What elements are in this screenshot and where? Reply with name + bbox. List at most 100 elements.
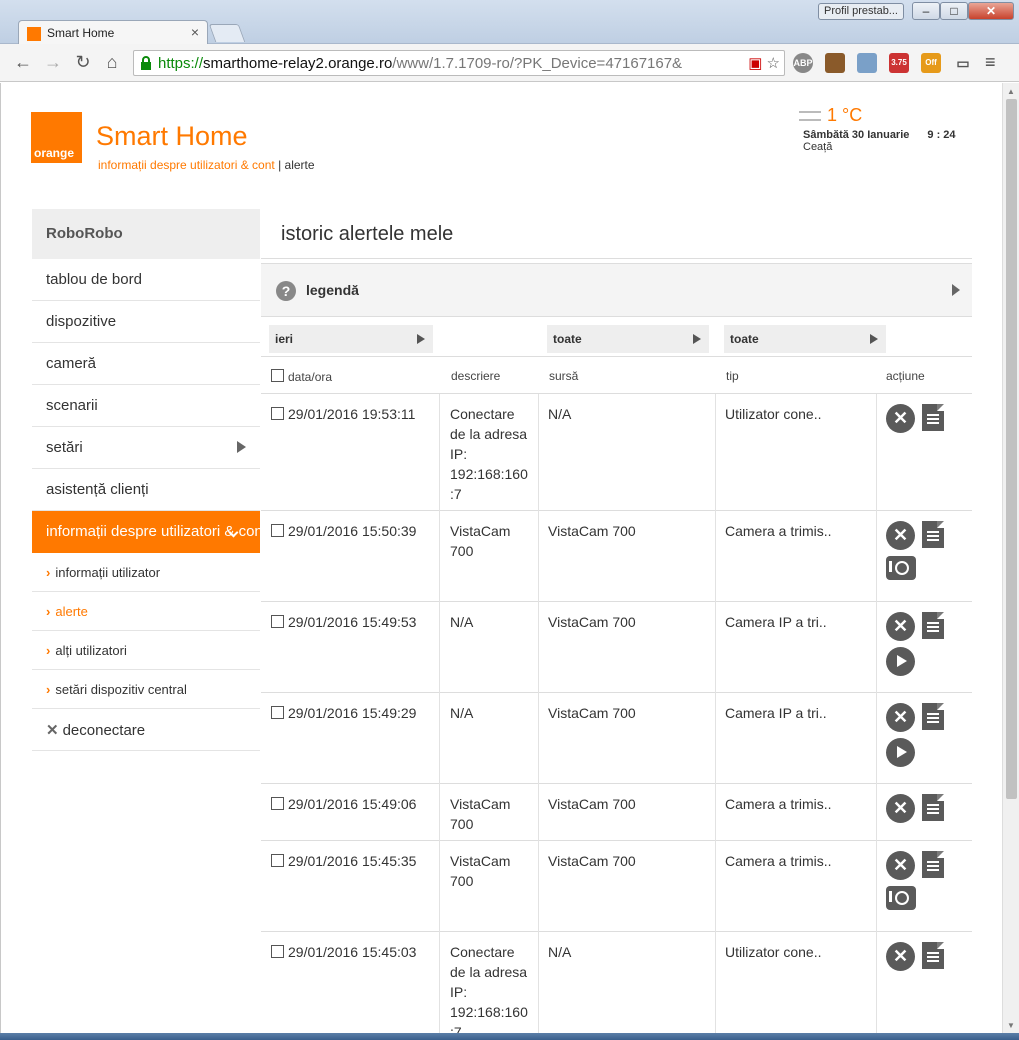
details-document-icon[interactable]	[922, 703, 944, 730]
column-divider	[876, 511, 877, 602]
url-text: https://smarthome-relay2.orange.ro/www/1…	[158, 55, 683, 72]
delete-alert-icon[interactable]: ✕	[886, 851, 915, 880]
row-checkbox[interactable]	[271, 706, 284, 719]
breadcrumb-link[interactable]: informații despre utilizatori & cont	[98, 158, 275, 172]
sidebar-item-devices[interactable]: dispozitive	[32, 301, 260, 343]
row-checkbox[interactable]	[271, 615, 284, 628]
table-row[interactable]: 29/01/2016 15:50:39 VistaCam 700 VistaCam 7…	[261, 511, 972, 602]
browser-menu-icon[interactable]: ≡	[985, 53, 1003, 71]
address-bar[interactable]: https://smarthome-relay2.orange.ro/www/1…	[133, 50, 785, 76]
window-close-button[interactable]: ✕	[968, 2, 1014, 20]
select-all-checkbox[interactable]	[271, 369, 284, 382]
row-source: N/A	[548, 406, 572, 422]
chevron-right-icon: ›	[46, 565, 51, 580]
sidebar: RoboRobo tablou de bord dispozitive came…	[32, 209, 260, 751]
delete-alert-icon[interactable]: ✕	[886, 521, 915, 550]
table-row[interactable]: 29/01/2016 15:49:53 N/A VistaCam 700 Camera…	[261, 602, 972, 693]
table-row[interactable]: 29/01/2016 15:45:03 Conectare de la adresa…	[261, 932, 972, 1033]
details-document-icon[interactable]	[922, 404, 944, 431]
column-divider	[715, 932, 716, 1033]
new-tab-button[interactable]	[208, 24, 246, 42]
bookmark-star-icon[interactable]: ☆	[767, 55, 780, 72]
delete-alert-icon[interactable]: ✕	[886, 404, 915, 433]
delete-alert-icon[interactable]: ✕	[886, 794, 915, 823]
column-divider	[439, 841, 440, 932]
row-checkbox[interactable]	[271, 854, 284, 867]
weather-widget: 1 °C Sâmbătă 30 Ianuarie 9 : 24 Ceață	[799, 105, 979, 153]
tab-close-icon[interactable]: ×	[191, 24, 199, 40]
page-viewport: orange Smart Home informații despre util…	[0, 83, 1019, 1033]
details-document-icon[interactable]	[922, 851, 944, 878]
sidebar-item-camera[interactable]: cameră	[32, 343, 260, 385]
plugin-blocked-icon[interactable]: ▣	[748, 55, 762, 72]
sidebar-item-settings[interactable]: setări	[32, 427, 260, 469]
adblock-icon[interactable]: ABP	[793, 53, 813, 73]
period-filter[interactable]: ieri	[269, 325, 433, 353]
delete-alert-icon[interactable]: ✕	[886, 612, 915, 641]
extension-badge-icon[interactable]: 3.75	[889, 53, 909, 73]
camera-snapshot-icon[interactable]	[886, 886, 916, 910]
row-date: 29/01/2016 15:49:29	[288, 705, 417, 721]
extension-off-icon[interactable]: Off	[921, 53, 941, 73]
triangle-right-icon	[693, 334, 701, 344]
row-source: N/A	[548, 944, 572, 960]
browser-tab[interactable]: Smart Home ×	[18, 20, 208, 45]
sidebar-sub-hub-settings[interactable]: › setări dispozitiv central	[32, 670, 260, 709]
table-row[interactable]: 29/01/2016 19:53:11 Conectare de la adresa…	[261, 394, 972, 511]
delete-alert-icon[interactable]: ✕	[886, 942, 915, 971]
minimize-button[interactable]: –	[912, 2, 940, 20]
column-divider	[715, 693, 716, 784]
row-checkbox[interactable]	[271, 797, 284, 810]
column-divider	[439, 693, 440, 784]
col-type: tip	[726, 369, 739, 383]
table-row[interactable]: 29/01/2016 15:45:35 VistaCam 700 VistaCam 7…	[261, 841, 972, 932]
sidebar-item-scenarios[interactable]: scenarii	[32, 385, 260, 427]
instagram-icon[interactable]	[825, 53, 845, 73]
table-row[interactable]: 29/01/2016 15:49:29 N/A VistaCam 700 Camera…	[261, 693, 972, 784]
scroll-up-icon[interactable]: ▲	[1007, 87, 1015, 96]
logout-button[interactable]: ✕ deconectare	[32, 709, 260, 751]
sidebar-item-support[interactable]: asistență clienți	[32, 469, 260, 511]
date-time: Sâmbătă 30 Ianuarie 9 : 24	[803, 129, 956, 141]
column-divider	[439, 511, 440, 602]
details-document-icon[interactable]	[922, 794, 944, 821]
play-video-icon[interactable]	[886, 738, 915, 767]
row-date: 29/01/2016 15:49:53	[288, 614, 417, 630]
camera-extension-icon[interactable]	[857, 53, 877, 73]
scroll-thumb[interactable]	[1006, 99, 1017, 799]
row-checkbox[interactable]	[271, 407, 284, 420]
column-divider	[439, 932, 440, 1033]
maximize-button[interactable]: □	[940, 2, 968, 20]
orange-logo[interactable]: orange	[31, 112, 82, 163]
page-scrollbar[interactable]: ▲ ▼	[1002, 83, 1019, 1033]
details-document-icon[interactable]	[922, 942, 944, 969]
cast-icon[interactable]: ▭	[953, 53, 973, 73]
type-filter[interactable]: toate	[724, 325, 886, 353]
column-divider	[876, 932, 877, 1033]
source-filter[interactable]: toate	[547, 325, 709, 353]
table-row[interactable]: 29/01/2016 15:49:06 VistaCam 700 VistaCam 7…	[261, 784, 972, 841]
profile-button[interactable]: Profil prestab...	[818, 3, 904, 20]
row-checkbox[interactable]	[271, 945, 284, 958]
row-type: Camera a trimis..	[725, 796, 832, 812]
column-divider	[876, 394, 877, 511]
row-checkbox[interactable]	[271, 524, 284, 537]
main-content: istoric alertele mele ? legendă ieri toa…	[261, 209, 972, 1033]
reload-icon[interactable]: ↻	[72, 52, 94, 74]
camera-snapshot-icon[interactable]	[886, 556, 916, 580]
forward-arrow-icon[interactable]: →	[42, 52, 64, 74]
sidebar-sub-user-info[interactable]: › informații utilizator	[32, 553, 260, 592]
play-video-icon[interactable]	[886, 647, 915, 676]
home-icon[interactable]: ⌂	[101, 52, 123, 74]
sidebar-item-account[interactable]: informații despre utilizatori & cont	[32, 511, 260, 553]
details-document-icon[interactable]	[922, 521, 944, 548]
sidebar-item-dashboard[interactable]: tablou de bord	[32, 259, 260, 301]
delete-alert-icon[interactable]: ✕	[886, 703, 915, 732]
back-arrow-icon[interactable]: ←	[12, 52, 34, 74]
sidebar-sub-alerts[interactable]: › alerte	[32, 592, 260, 631]
details-document-icon[interactable]	[922, 612, 944, 639]
legend-toggle[interactable]: ? legendă	[261, 263, 972, 317]
column-divider	[538, 784, 539, 841]
sidebar-sub-other-users[interactable]: › alți utilizatori	[32, 631, 260, 670]
scroll-down-icon[interactable]: ▼	[1007, 1021, 1015, 1030]
